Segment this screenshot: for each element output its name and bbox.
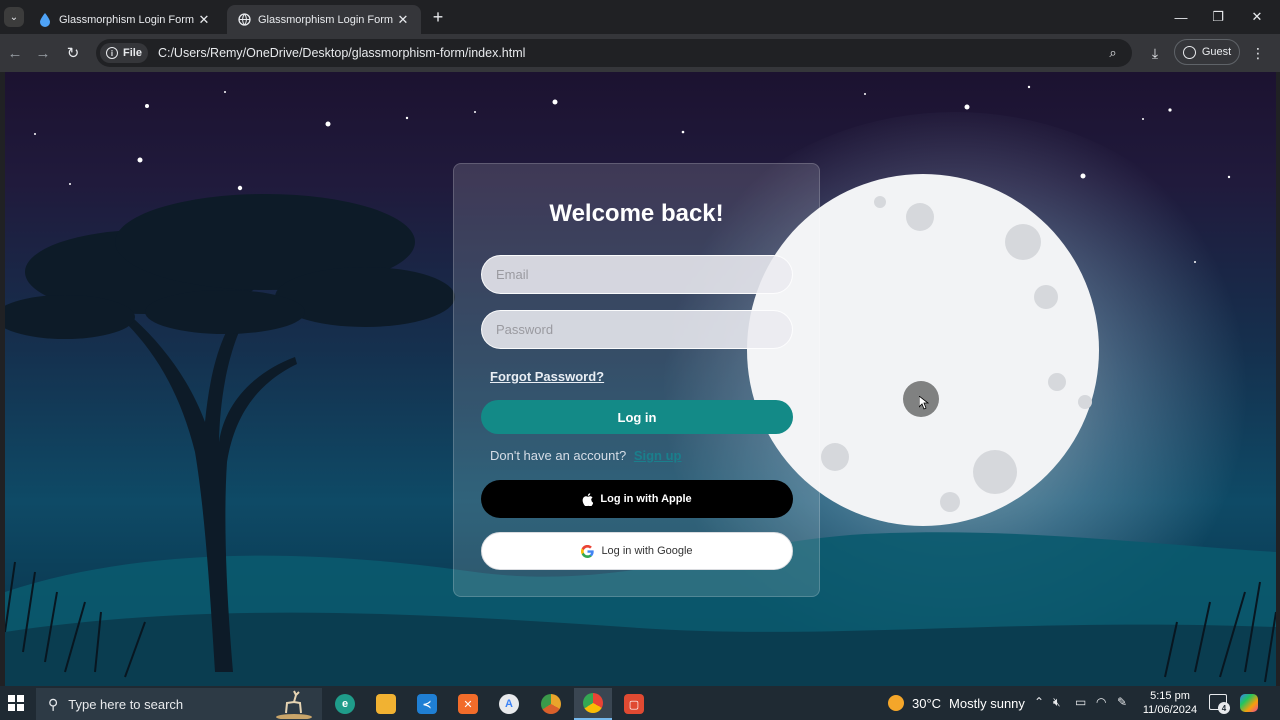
forgot-password-link[interactable]: Forgot Password?: [490, 369, 604, 384]
site-info-chip[interactable]: i File: [100, 43, 148, 63]
weather-temp: 30°C: [912, 695, 942, 711]
new-tab-plus-icon[interactable]: +: [428, 7, 448, 27]
google-icon: [581, 544, 595, 558]
apple-login-button[interactable]: Log in with Apple: [481, 480, 793, 518]
close-window-icon[interactable]: ✕: [1244, 6, 1270, 28]
tab-label: Glassmorphism Login Form: [258, 13, 394, 26]
taskbar-xampp[interactable]: ✕: [449, 688, 487, 720]
close-icon[interactable]: ✕: [395, 12, 411, 28]
drop-icon: [38, 12, 52, 27]
taskbar-file-explorer[interactable]: [367, 688, 405, 720]
weather-widget[interactable]: 30°C Mostly sunny: [888, 695, 1025, 711]
folder-icon: [376, 694, 396, 714]
taskbar-search-box[interactable]: ⚲ Type here to search: [36, 688, 322, 720]
chrome-icon: [583, 693, 603, 713]
vscode-icon: ≺: [417, 694, 437, 714]
download-icon[interactable]: ⤓: [1144, 42, 1166, 64]
taskbar-vscode[interactable]: ≺: [408, 688, 446, 720]
pen-icon[interactable]: ✎: [1117, 695, 1127, 709]
copilot-icon[interactable]: [1240, 694, 1258, 712]
taskbar-android-studio[interactable]: A: [490, 688, 528, 720]
page-viewport: Welcome back! Forgot Password? Log in Do…: [5, 72, 1276, 686]
edge-icon: e: [335, 694, 355, 714]
chrome-canary-icon: [541, 694, 561, 714]
taskbar-recorder[interactable]: ▢: [615, 688, 653, 720]
minimize-icon[interactable]: —: [1168, 6, 1194, 28]
apple-icon: [582, 492, 594, 506]
tab-glassmorphism-login-form-usi[interactable]: Glassmorphism Login Form Usi ✕: [28, 5, 222, 34]
chevron-up-icon[interactable]: ⌃: [1034, 695, 1044, 709]
search-placeholder: Type here to search: [68, 696, 184, 712]
restore-icon[interactable]: ❐: [1205, 6, 1231, 28]
tab-glassmorphism-login-form[interactable]: Glassmorphism Login Form ✕: [227, 5, 421, 34]
notification-icon[interactable]: 4: [1209, 694, 1230, 714]
signup-row: Don't have an account? Sign up: [490, 448, 682, 463]
chip-label: File: [123, 47, 142, 59]
android-studio-icon: A: [499, 694, 519, 714]
speaker-muted-icon[interactable]: 🔇︎: [1053, 695, 1061, 710]
deer-icon: [276, 690, 312, 719]
url-text[interactable]: C:/Users/Remy/OneDrive/Desktop/glassmorp…: [158, 46, 1100, 60]
wifi-icon[interactable]: ◠: [1096, 695, 1106, 709]
browser-toolbar: ← → ↻ i File C:/Users/Remy/OneDrive/Desk…: [0, 34, 1280, 72]
login-button[interactable]: Log in: [481, 400, 793, 434]
login-card: Welcome back! Forgot Password? Log in Do…: [453, 163, 820, 597]
weather-condition: Mostly sunny: [949, 695, 1025, 711]
google-login-button[interactable]: Log in with Google: [481, 532, 793, 570]
taskbar-chrome[interactable]: [574, 688, 612, 720]
globe-icon: [237, 13, 251, 27]
clock-time: 5:15 pm: [1150, 690, 1190, 702]
windows-taskbar: ⚲ Type here to search e ≺ ✕ A ▢ 30°C Mos…: [0, 686, 1280, 720]
browser-tab-strip: ⌄ Glassmorphism Login Form Usi ✕ Glassmo…: [0, 0, 1280, 34]
taskbar-edge[interactable]: e: [326, 688, 364, 720]
battery-icon[interactable]: ▭: [1075, 695, 1086, 709]
notification-badge: 4: [1218, 702, 1230, 714]
sun-icon: [888, 695, 904, 711]
back-arrow-icon[interactable]: ←: [4, 42, 26, 64]
password-input[interactable]: [481, 310, 793, 349]
windows-start-icon[interactable]: [8, 695, 24, 711]
close-icon[interactable]: ✕: [196, 12, 212, 28]
xampp-icon: ✕: [458, 694, 478, 714]
forward-arrow-icon[interactable]: →: [32, 42, 54, 64]
signup-link[interactable]: Sign up: [634, 448, 682, 463]
recorder-icon: ▢: [624, 694, 644, 714]
apple-login-label: Log in with Apple: [600, 493, 692, 505]
zoom-magnifier-icon[interactable]: ⌕: [1100, 45, 1126, 61]
reload-icon[interactable]: ↻: [62, 42, 84, 64]
signup-prompt: Don't have an account?: [490, 448, 627, 463]
profile-label: Guest: [1201, 46, 1232, 58]
profile-button[interactable]: Guest: [1174, 39, 1240, 65]
address-bar[interactable]: i File C:/Users/Remy/OneDrive/Desktop/gl…: [96, 39, 1132, 67]
page-title: Welcome back!: [549, 200, 724, 227]
search-icon: ⚲: [48, 695, 59, 712]
email-input[interactable]: [481, 255, 793, 294]
google-login-label: Log in with Google: [601, 545, 693, 557]
more-menu-icon[interactable]: ⋮: [1248, 42, 1268, 64]
taskbar-chrome-canary[interactable]: [532, 688, 570, 720]
clock-date: 11/06/2024: [1142, 704, 1198, 716]
system-clock[interactable]: 5:15 pm 11/06/2024: [1138, 689, 1202, 717]
tab-label: Glassmorphism Login Form Usi: [59, 13, 196, 26]
mouse-cursor-icon: [919, 396, 929, 410]
tab-search-chevron-down-icon[interactable]: ⌄: [4, 7, 24, 27]
person-icon: [1182, 45, 1196, 59]
info-icon: i: [106, 47, 118, 59]
